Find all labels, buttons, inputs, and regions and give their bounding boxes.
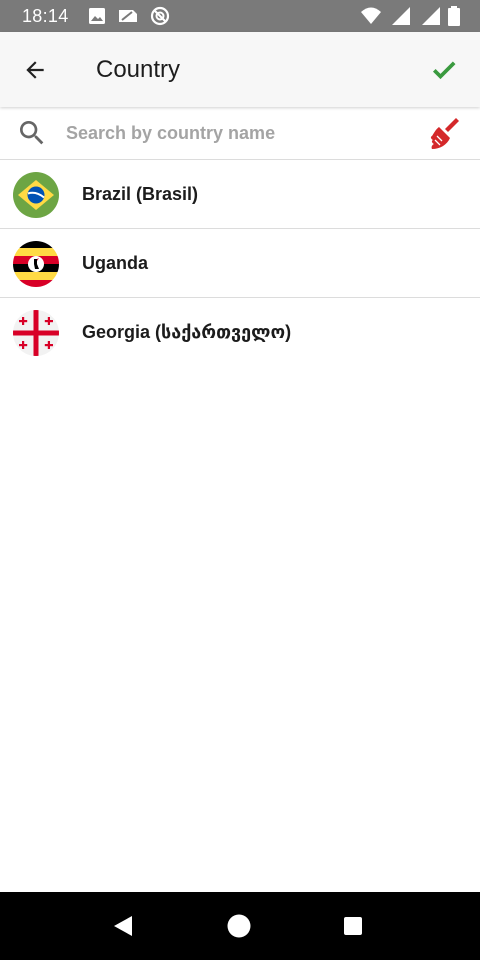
search-icon: [20, 121, 44, 145]
checkmark-icon: [432, 61, 456, 80]
country-name: Georgia (საქართველო): [82, 322, 292, 342]
country-item-georgia[interactable]: Georgia (საქართველო): [0, 298, 480, 366]
country-picker-screen: 18:14 Country Search by country name Bra…: [0, 0, 480, 960]
system-nav-bar: [0, 892, 480, 960]
broom-icon: [430, 118, 459, 149]
country-list: Brazil (Brasil) Uganda Georgia (საქართვე…: [0, 160, 480, 366]
country-name: Uganda: [82, 253, 149, 273]
georgia-flag-icon: [13, 310, 59, 356]
uganda-flag-icon: [13, 241, 59, 287]
sim-icon: [117, 6, 137, 26]
arrow-left-icon: [26, 61, 44, 79]
nav-recents-button[interactable]: [333, 906, 373, 946]
blocked-icon: [150, 6, 170, 26]
app-bar: Country: [0, 32, 480, 107]
wifi-icon: [360, 6, 381, 26]
clear-search-button[interactable]: [426, 114, 464, 152]
status-time: 18:14: [22, 6, 69, 26]
search-bar: [0, 107, 480, 160]
signal-icon: [391, 6, 411, 26]
brazil-flag-icon: [13, 172, 59, 218]
battery-icon: [447, 6, 467, 26]
back-button[interactable]: [14, 49, 56, 91]
home-circle-icon: [227, 914, 251, 938]
recents-square-icon: [344, 917, 362, 935]
nav-back-button[interactable]: [103, 906, 143, 946]
country-name: Brazil (Brasil): [82, 184, 199, 204]
nav-home-button[interactable]: [219, 906, 259, 946]
country-item-uganda[interactable]: Uganda: [0, 229, 480, 298]
page-title: Country: [96, 56, 181, 83]
status-bar: 18:14: [0, 0, 480, 32]
confirm-button[interactable]: [422, 49, 466, 91]
back-triangle-icon: [114, 916, 132, 936]
signal-icon: [421, 6, 441, 26]
country-item-brazil[interactable]: Brazil (Brasil): [0, 160, 480, 229]
search-input[interactable]: [66, 117, 406, 149]
image-icon: [87, 6, 107, 26]
